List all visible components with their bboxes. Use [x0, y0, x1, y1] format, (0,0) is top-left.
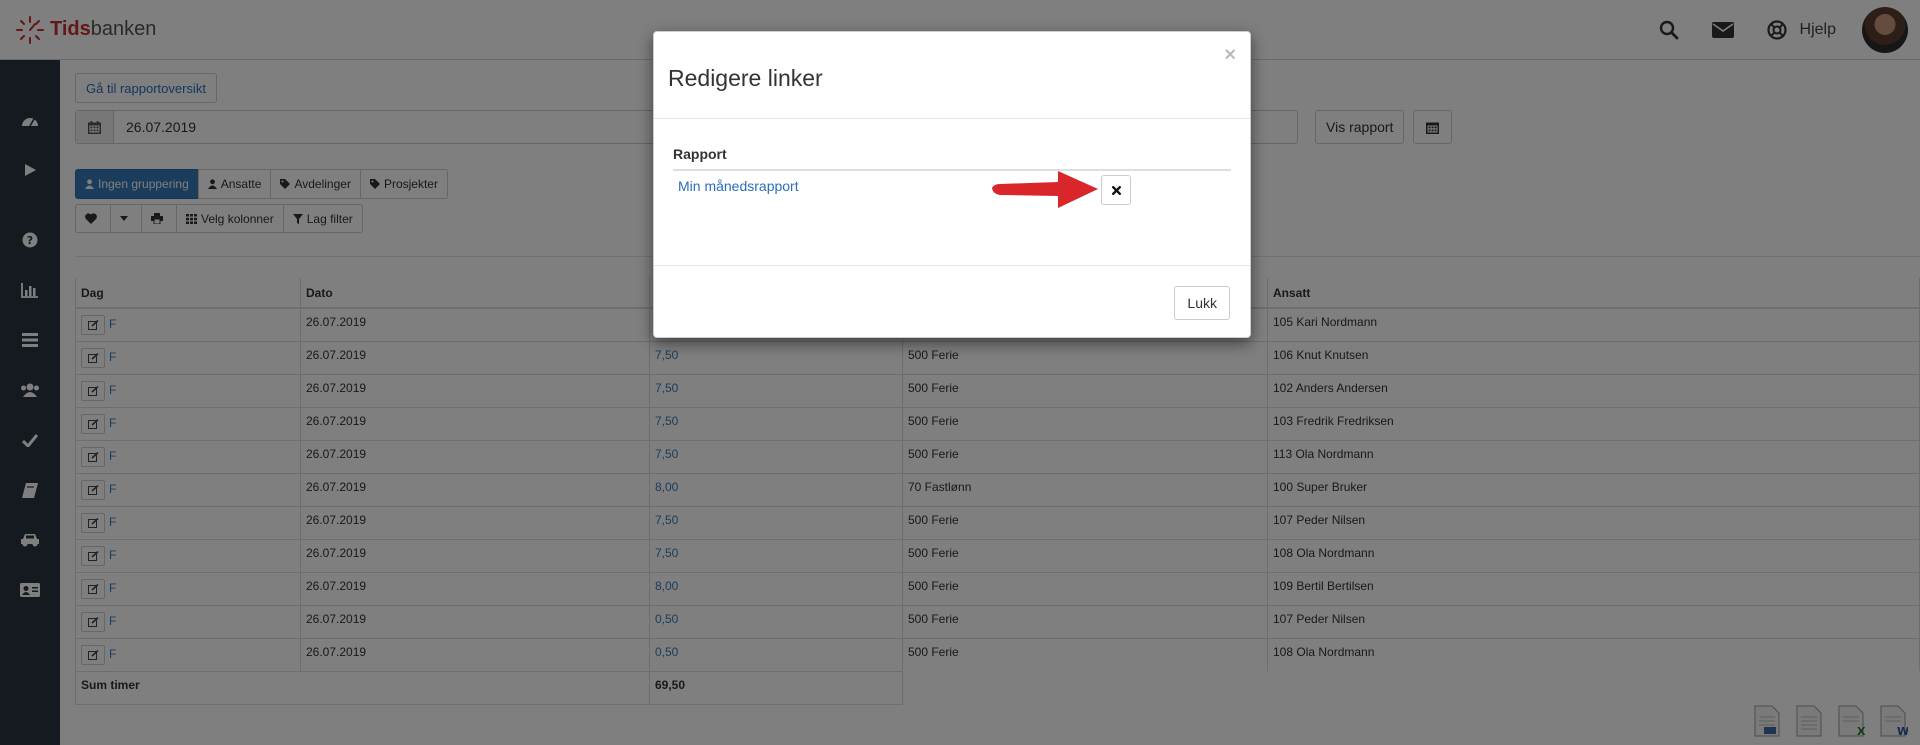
modal-close-x-button[interactable]: × — [1224, 44, 1236, 67]
times-icon — [1111, 185, 1121, 195]
report-link[interactable]: Min månedsrapport — [678, 178, 799, 194]
modal-header: Redigere linker × — [654, 32, 1250, 119]
red-arrow-annotation — [992, 171, 1098, 208]
modal-footer: Lukk — [654, 266, 1250, 337]
modal-column-header: Rapport — [673, 146, 727, 162]
modal-body: Rapport Min månedsrapport — [654, 119, 1250, 266]
delete-link-button[interactable] — [1101, 175, 1131, 205]
close-modal-button[interactable]: Lukk — [1174, 286, 1230, 320]
edit-links-modal: Redigere linker × Rapport Min månedsrapp… — [653, 31, 1251, 338]
modal-title: Redigere linker — [668, 65, 823, 91]
modal-header-divider — [673, 169, 1231, 171]
